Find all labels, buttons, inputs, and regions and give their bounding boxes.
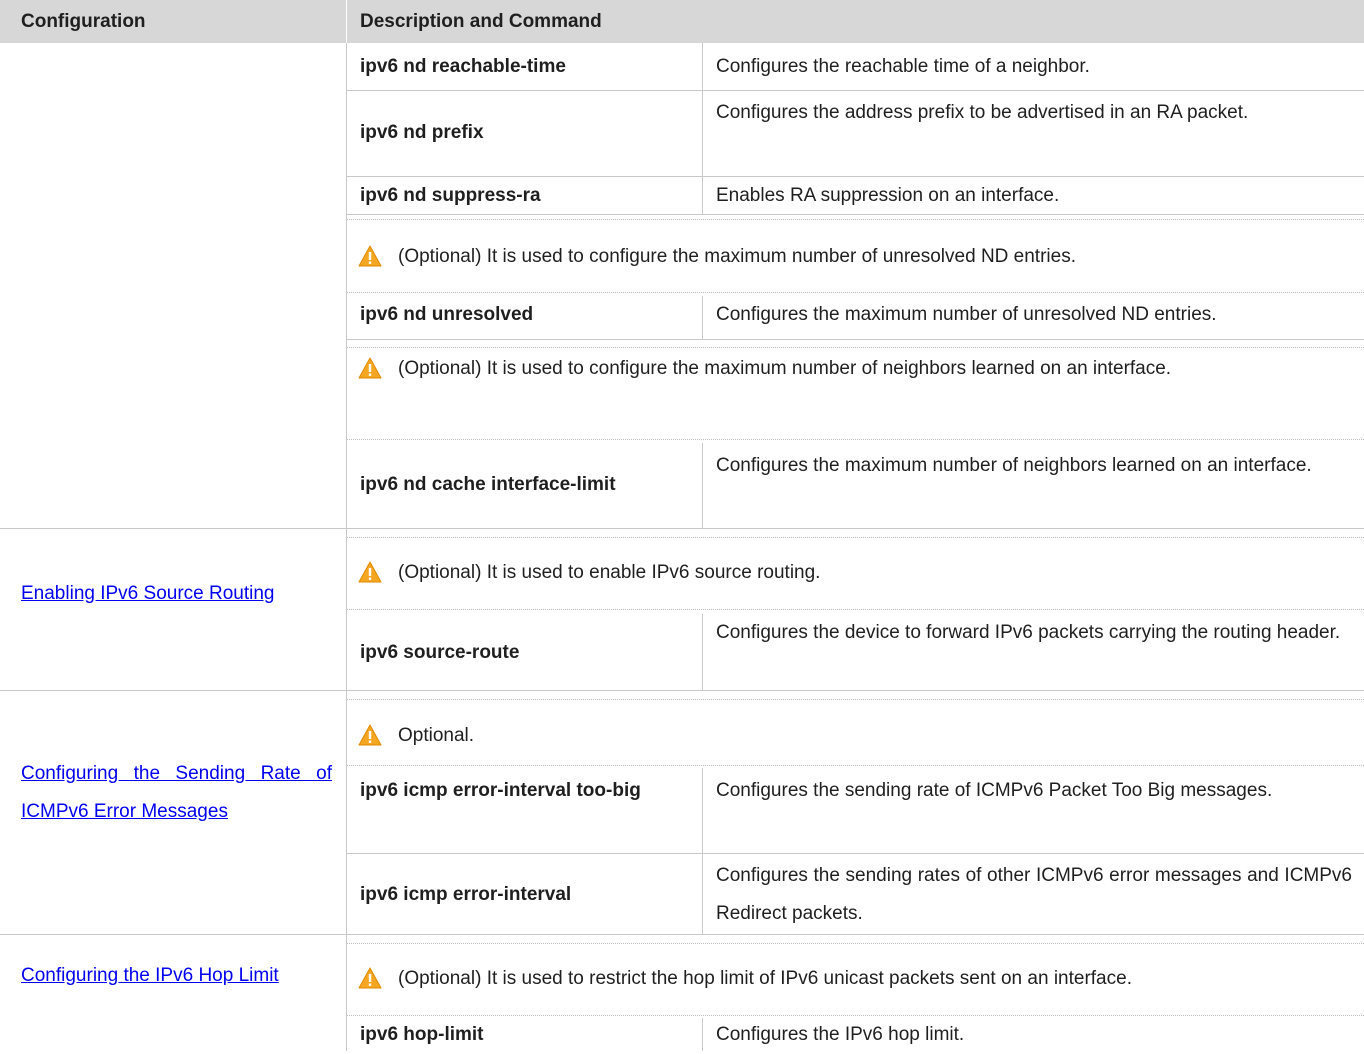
desc-error-interval-too-big: Configures the sending rate of ICMPv6 Pa… [716,780,1273,801]
cmd-source-route: ipv6 source-route [360,642,520,663]
cmd-cache: ipv6 nd cache interface-limit [360,474,616,495]
section-separator [0,528,1364,529]
dotted-separator [347,439,1364,440]
warning-icon [358,561,382,583]
inner-divider [702,1018,703,1051]
dotted-separator [347,765,1364,766]
config-table: Configuration Description and Command ip… [0,0,1364,1051]
dotted-separator [347,292,1364,293]
note-unresolved: (Optional) It is used to configure the m… [398,246,1076,267]
dotted-separator [347,609,1364,610]
note-source-routing: (Optional) It is used to enable IPv6 sou… [398,562,821,583]
warning-icon [358,245,382,267]
cmd-error-interval-too-big: ipv6 icmp error-interval too-big [360,780,641,801]
section-separator [0,934,1364,935]
cmd-unresolved: ipv6 nd unresolved [360,304,534,325]
header-divider [346,0,347,43]
cmd-reachable-time: ipv6 nd reachable-time [360,56,566,77]
column-divider [346,43,347,1051]
warning-icon [358,967,382,989]
note-cache: (Optional) It is used to configure the m… [398,358,1172,379]
warning-icon [358,724,382,746]
link-icmp-sending-rate[interactable]: Configuring the Sending Rate of ICMPv6 E… [21,755,332,831]
inner-divider [702,768,703,934]
desc-error-interval: Configures the sending rates of other IC… [716,865,1352,924]
dotted-separator [347,699,1364,700]
cmd-prefix: ipv6 nd prefix [360,122,484,143]
cmd-suppress-ra: ipv6 nd suppress-ra [360,185,541,206]
table-header: Configuration Description and Command [0,0,1364,43]
desc-cache: Configures the maximum number of neighbo… [716,455,1312,476]
section-separator [0,690,1364,691]
inner-divider [702,43,703,214]
desc-suppress-ra: Enables RA suppression on an interface. [716,185,1060,206]
header-description: Description and Command [360,11,602,32]
header-configuration: Configuration [21,11,146,32]
inner-divider [702,614,703,690]
row-separator [347,339,1364,340]
link-enabling-source-routing[interactable]: Enabling IPv6 Source Routing [21,575,332,613]
cmd-error-interval: ipv6 icmp error-interval [360,884,572,905]
warning-icon [358,357,382,379]
dotted-separator [347,537,1364,538]
desc-hop-limit: Configures the IPv6 hop limit. [716,1024,965,1045]
note-hop-limit: (Optional) It is used to restrict the ho… [398,968,1132,989]
desc-unresolved: Configures the maximum number of unresol… [716,304,1217,325]
link-hop-limit[interactable]: Configuring the IPv6 Hop Limit [21,957,332,995]
desc-prefix: Configures the address prefix to be adve… [716,102,1249,123]
desc-reachable-time: Configures the reachable time of a neigh… [716,56,1090,77]
dotted-separator [347,347,1364,348]
row-separator [347,853,1364,854]
inner-divider [702,296,703,339]
note-icmp-rate: Optional. [398,725,475,746]
dotted-separator [347,219,1364,220]
desc-source-route: Configures the device to forward IPv6 pa… [716,622,1341,643]
inner-divider [702,443,703,528]
row-separator [347,90,1364,91]
dotted-separator [347,943,1364,944]
cmd-hop-limit: ipv6 hop-limit [360,1024,484,1045]
